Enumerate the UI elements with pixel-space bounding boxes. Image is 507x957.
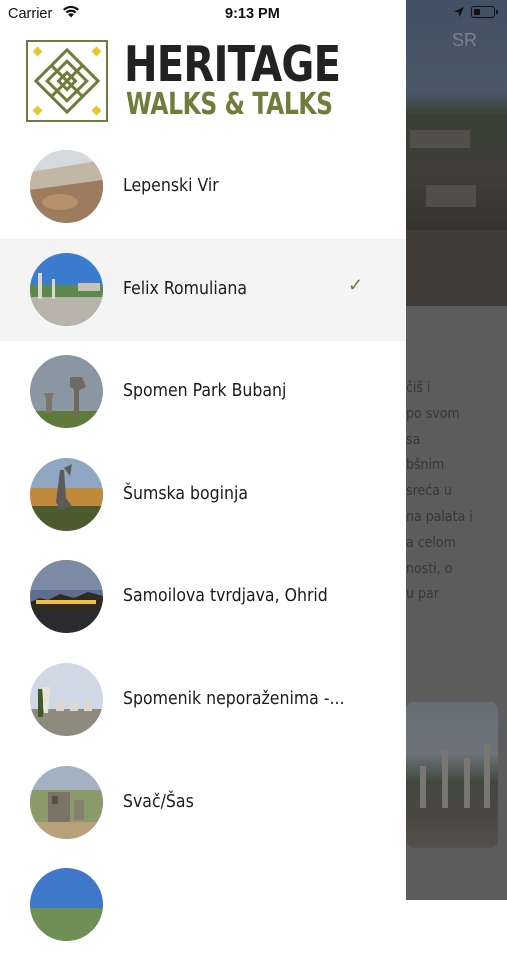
heritage-logo-icon	[26, 40, 108, 122]
spomenik-neporazenima-photo-icon	[30, 662, 103, 736]
carrier-label: Carrier	[8, 6, 53, 22]
site-item-label: Felix Romuliana	[123, 278, 247, 299]
lepenski-vir-photo-icon	[30, 150, 103, 223]
site-item-felix-romuliana[interactable]: Felix Romuliana ✓	[0, 238, 406, 342]
sumska-boginja-photo-icon	[30, 457, 103, 531]
brand-subtitle: WALKS & TALKS	[126, 87, 333, 122]
site-item-sumska-boginja[interactable]: Šumska boginja	[0, 444, 406, 547]
battery-icon	[471, 6, 498, 18]
svac-sas-photo-icon	[30, 765, 103, 839]
navigation-drawer: HERITAGE WALKS & TALKS Lepenski Vir Feli…	[0, 0, 406, 942]
site-list: Lepenski Vir Felix Romuliana ✓ Spomen Pa…	[0, 136, 406, 957]
site-item-samoilova-tvrdjava[interactable]: Samoilova tvrdjava, Ohrid	[0, 546, 406, 649]
samoilova-tvrdjava-photo-icon	[30, 560, 103, 634]
brand-title: HERITAGE	[124, 36, 341, 93]
site-item-label: Samoilova tvrdjava, Ohrid	[123, 586, 328, 607]
status-bar: Carrier 9:13 PM	[0, 0, 507, 28]
site-item-svac-sas[interactable]: Svač/Šas	[0, 752, 406, 855]
dim-overlay[interactable]	[406, 0, 507, 900]
site-item-spomenik-neporazenima[interactable]: Spomenik neporaženima -...	[0, 649, 406, 752]
site-item-label: Šumska boginja	[123, 483, 248, 504]
background-screen: SR čiš i po svom sa bšnim sreća u na pal…	[406, 0, 507, 900]
site-item-lepenski-vir[interactable]: Lepenski Vir	[0, 136, 406, 239]
site-item-label: Spomenik neporaženima -...	[123, 688, 345, 709]
felix-romuliana-photo-icon	[30, 252, 103, 326]
battery-level	[473, 8, 480, 15]
selected-check-icon: ✓	[348, 274, 364, 295]
partial-site-photo-icon	[30, 868, 103, 942]
clock: 9:13 PM	[225, 6, 280, 22]
wifi-icon	[62, 5, 80, 22]
location-arrow-icon	[453, 6, 465, 22]
site-item-label: Svač/Šas	[123, 791, 194, 812]
site-item-spomen-park-bubanj[interactable]: Spomen Park Bubanj	[0, 341, 406, 444]
site-item-label: Lepenski Vir	[123, 176, 219, 196]
site-item-label: Spomen Park Bubanj	[123, 381, 287, 402]
spomen-park-bubanj-photo-icon	[30, 355, 103, 429]
site-item-partial[interactable]	[0, 854, 406, 957]
